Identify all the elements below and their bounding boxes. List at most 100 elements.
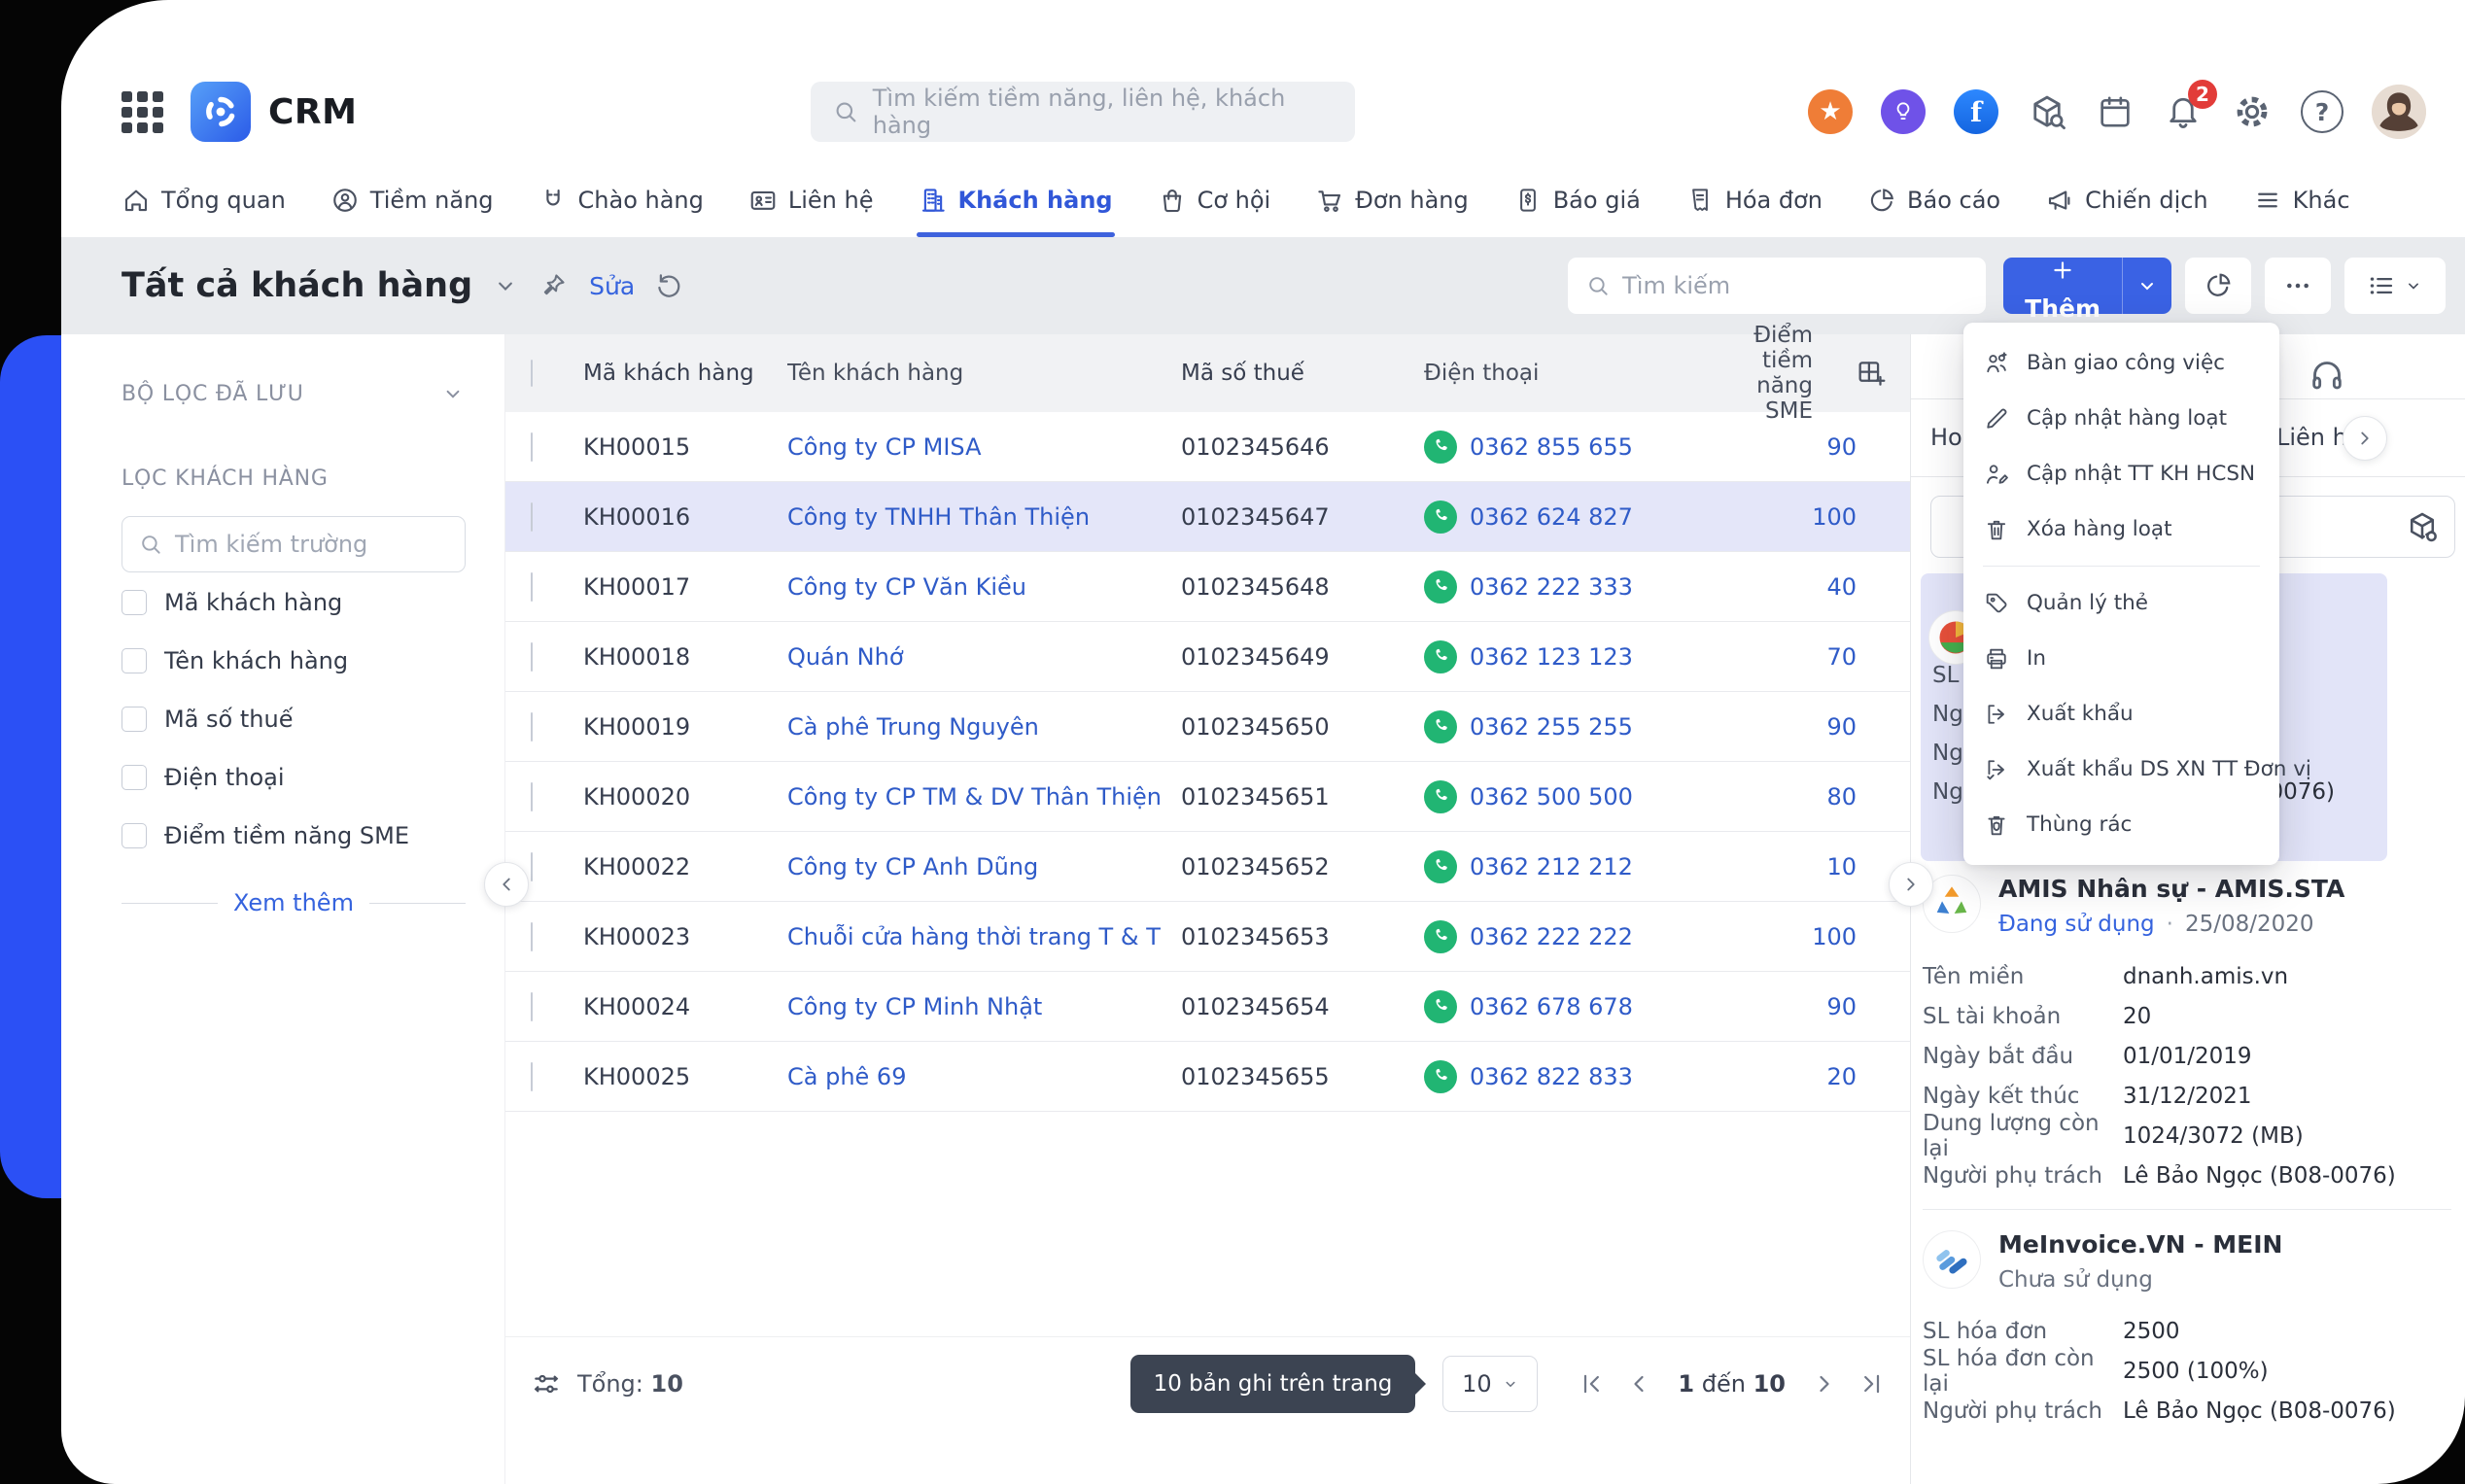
page-size-select[interactable]: 10 bbox=[1442, 1355, 1539, 1412]
nav-campaigns[interactable]: Chiến dịch bbox=[2045, 163, 2208, 237]
nav-customers[interactable]: Khách hàng bbox=[916, 163, 1115, 237]
nav-invoices[interactable]: Hóa đơn bbox=[1685, 163, 1823, 237]
menu-item-handover[interactable]: Bàn giao công việc bbox=[1963, 335, 2279, 391]
nav-quotes[interactable]: Báo giá bbox=[1513, 163, 1641, 237]
menu-item-update-hcsn[interactable]: Cập nhật TT KH HCSN bbox=[1963, 446, 2279, 501]
row-checkbox[interactable] bbox=[531, 991, 533, 1021]
phone-link[interactable]: 0362 500 500 bbox=[1470, 783, 1633, 811]
filter-option-tax-code[interactable]: Mã số thuế bbox=[122, 691, 466, 747]
nav-overview[interactable]: Tổng quan bbox=[122, 163, 286, 237]
filter-option-sme-score[interactable]: Điểm tiềm năng SME bbox=[122, 808, 466, 864]
facebook-icon[interactable]: f bbox=[1954, 89, 1998, 134]
row-checkbox[interactable] bbox=[531, 921, 533, 951]
table-row[interactable]: KH00022 Công ty CP Anh Dũng 0102345652 0… bbox=[505, 832, 1910, 902]
notifications-bell-icon[interactable]: 2 bbox=[2163, 80, 2217, 132]
customer-link[interactable]: Cà phê Trung Nguyên bbox=[787, 713, 1039, 741]
table-row-selected[interactable]: KH00016 Công ty TNHH Thân Thiện 01023456… bbox=[505, 482, 1910, 552]
checkbox[interactable] bbox=[122, 590, 147, 615]
field-search-input[interactable]: Tìm kiếm trường bbox=[122, 516, 466, 572]
row-checkbox[interactable] bbox=[531, 1061, 533, 1091]
phone-link[interactable]: 0362 822 833 bbox=[1470, 1063, 1633, 1090]
chart-button[interactable] bbox=[2185, 258, 2251, 314]
filter-option-customer-code[interactable]: Mã khách hàng bbox=[122, 574, 466, 631]
col-header-phone[interactable]: Điện thoại bbox=[1424, 361, 1716, 386]
next-page-icon[interactable] bbox=[1811, 1370, 1838, 1398]
row-checkbox[interactable] bbox=[531, 851, 533, 881]
row-checkbox[interactable] bbox=[531, 571, 533, 602]
menu-item-print[interactable]: In bbox=[1963, 631, 2279, 686]
row-checkbox[interactable] bbox=[531, 501, 533, 532]
phone-link[interactable]: 0362 222 222 bbox=[1470, 923, 1633, 950]
menu-item-manage-tags[interactable]: Quản lý thẻ bbox=[1963, 575, 2279, 631]
checkbox[interactable] bbox=[122, 648, 147, 673]
star-icon[interactable]: ★ bbox=[1808, 89, 1853, 134]
checkbox[interactable] bbox=[122, 765, 147, 790]
row-checkbox[interactable] bbox=[531, 711, 533, 742]
table-row[interactable]: KH00020 Công ty CP TM & DV Thân Thiện 01… bbox=[505, 762, 1910, 832]
nav-orders[interactable]: Đơn hàng bbox=[1315, 163, 1469, 237]
add-button[interactable]: Thêm bbox=[2003, 258, 2171, 323]
row-checkbox[interactable] bbox=[531, 431, 533, 462]
phone-link[interactable]: 0362 678 678 bbox=[1470, 993, 1633, 1020]
row-checkbox[interactable] bbox=[531, 781, 533, 811]
customer-link[interactable]: Cà phê 69 bbox=[787, 1063, 906, 1090]
col-header-code[interactable]: Mã khách hàng bbox=[583, 361, 787, 386]
nav-opportunities[interactable]: Cơ hội bbox=[1158, 163, 1270, 237]
crm-logo-icon[interactable] bbox=[191, 82, 251, 142]
menu-item-export[interactable]: Xuất khẩu bbox=[1963, 686, 2279, 742]
phone-link[interactable]: 0362 123 123 bbox=[1470, 643, 1633, 671]
nav-offers[interactable]: Chào hàng bbox=[538, 163, 704, 237]
checkbox[interactable] bbox=[122, 823, 147, 848]
phone-link[interactable]: 0362 624 827 bbox=[1470, 503, 1633, 531]
menu-item-bulk-update[interactable]: Cập nhật hàng loạt bbox=[1963, 391, 2279, 446]
phone-link[interactable]: 0362 222 333 bbox=[1470, 573, 1633, 601]
headphones-icon[interactable] bbox=[2308, 356, 2346, 395]
table-row[interactable]: KH00015 Công ty CP MISA 0102345646 0362 … bbox=[505, 412, 1910, 482]
customer-link[interactable]: Công ty CP Anh Dũng bbox=[787, 853, 1038, 880]
prev-page-icon[interactable] bbox=[1625, 1370, 1652, 1398]
list-search-input[interactable]: Tìm kiếm bbox=[1568, 258, 1987, 314]
first-page-icon[interactable] bbox=[1579, 1370, 1606, 1398]
customer-link[interactable]: Công ty CP Minh Nhật bbox=[787, 993, 1042, 1020]
pin-icon[interactable] bbox=[538, 271, 568, 300]
add-button-caret[interactable] bbox=[2122, 258, 2171, 314]
view-mode-button[interactable] bbox=[2344, 258, 2446, 314]
table-row[interactable]: KH00017 Công ty CP Văn Kiều 0102345648 0… bbox=[505, 552, 1910, 622]
menu-item-bulk-delete[interactable]: Xóa hàng loạt bbox=[1963, 501, 2279, 557]
phone-link[interactable]: 0362 855 655 bbox=[1470, 433, 1633, 461]
edit-view-link[interactable]: Sửa bbox=[589, 272, 635, 300]
table-row[interactable]: KH00023 Chuỗi cửa hàng thời trang T & T … bbox=[505, 902, 1910, 972]
view-dropdown-chevron-icon[interactable] bbox=[492, 272, 519, 299]
customer-link[interactable]: Quán Nhớ bbox=[787, 643, 904, 671]
table-row[interactable]: KH00019 Cà phê Trung Nguyên 0102345650 0… bbox=[505, 692, 1910, 762]
filter-option-customer-name[interactable]: Tên khách hàng bbox=[122, 633, 466, 689]
table-row[interactable]: KH00018 Quán Nhớ 0102345649 0362 123 123… bbox=[505, 622, 1910, 692]
help-icon[interactable]: ? bbox=[2301, 90, 2343, 133]
customer-link[interactable]: Công ty CP MISA bbox=[787, 433, 982, 461]
product-search-icon[interactable] bbox=[2027, 91, 2067, 132]
table-row[interactable]: KH00025 Cà phê 69 0102345655 0362 822 83… bbox=[505, 1042, 1910, 1112]
apps-grid-icon[interactable] bbox=[122, 90, 163, 133]
nav-leads[interactable]: Tiềm năng bbox=[330, 163, 494, 237]
calendar-icon[interactable] bbox=[2096, 92, 2135, 131]
nav-more[interactable]: Khác bbox=[2253, 163, 2350, 237]
customer-link[interactable]: Công ty CP Văn Kiều bbox=[787, 573, 1026, 601]
cube-icon[interactable] bbox=[2404, 508, 2441, 545]
see-more-link[interactable]: Xem thêm bbox=[233, 889, 354, 916]
saved-filters-chevron-icon[interactable] bbox=[440, 381, 466, 406]
phone-link[interactable]: 0362 212 212 bbox=[1470, 853, 1633, 880]
phone-link[interactable]: 0362 255 255 bbox=[1470, 713, 1633, 741]
global-search-input[interactable]: Tìm kiếm tiềm năng, liên hệ, khách hàng bbox=[810, 82, 1355, 142]
reset-icon[interactable] bbox=[654, 271, 683, 300]
col-header-tax[interactable]: Mã số thuế bbox=[1181, 361, 1424, 386]
nav-contacts[interactable]: Liên hệ bbox=[748, 163, 874, 237]
menu-item-export-units[interactable]: Xuất khẩu DS XN TT Đơn vị bbox=[1963, 742, 2311, 797]
more-actions-button[interactable] bbox=[2265, 258, 2331, 314]
panel-next-icon[interactable] bbox=[2343, 416, 2387, 461]
add-column-icon[interactable] bbox=[1848, 350, 1894, 397]
row-checkbox[interactable] bbox=[531, 641, 533, 672]
select-all-checkbox[interactable] bbox=[531, 360, 533, 387]
expand-panel-icon[interactable] bbox=[1889, 862, 1933, 907]
col-header-name[interactable]: Tên khách hàng bbox=[787, 361, 1181, 386]
table-row[interactable]: KH00024 Công ty CP Minh Nhật 0102345654 … bbox=[505, 972, 1910, 1042]
